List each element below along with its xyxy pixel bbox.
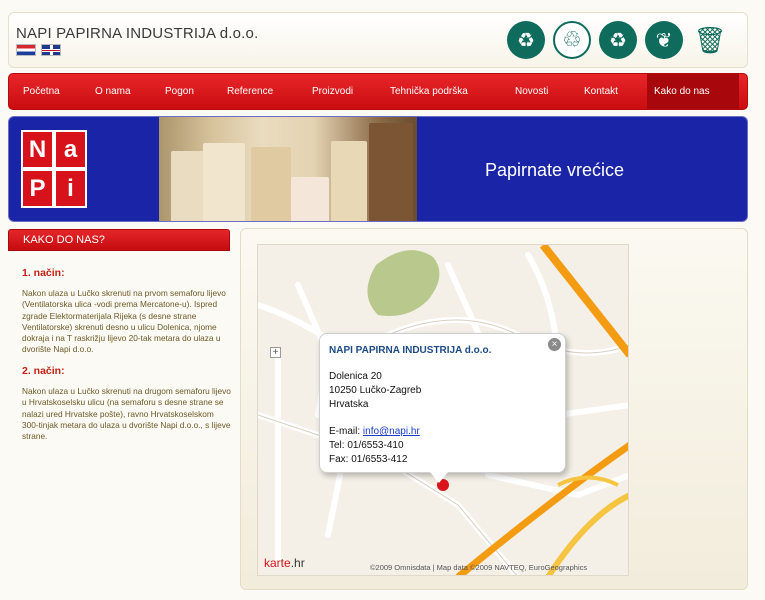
nav-item-kako-do-nas[interactable]: Kako do nas xyxy=(654,74,710,109)
map-zoom-in-button[interactable]: + xyxy=(270,347,281,358)
popup-fax: Fax: 01/6553-412 xyxy=(329,454,408,465)
popup-city: 10250 Lučko-Zagreb xyxy=(329,385,422,396)
language-switcher xyxy=(16,44,61,56)
popup-email-row: E-mail: info@napi.hr xyxy=(329,426,420,437)
recycle-box-icon: ♻ xyxy=(599,21,637,59)
nav-item-o-nama[interactable]: O nama xyxy=(95,74,131,109)
popup-pointer xyxy=(430,472,448,483)
banner-tagline: Papirnate vrećice xyxy=(485,160,625,180)
popup-company-name: NAPI PAPIRNA INDUSTRIJA d.o.o. xyxy=(329,345,492,356)
route-text: Nakon ulaza u Lučko skrenuti na drugom s… xyxy=(22,386,231,442)
nav-item-reference[interactable]: Reference xyxy=(227,74,273,109)
eco-badges: ♻ ♲ ♻ ❦ 🗑 xyxy=(507,21,729,59)
popup-street: Dolenica 20 xyxy=(329,371,382,382)
paper-bag xyxy=(291,177,329,221)
company-name: NAPI PAPIRNA INDUSTRIJA d.o.o. xyxy=(16,25,259,42)
nav-item-proizvodi[interactable]: Proizvodi xyxy=(312,74,353,109)
map-info-popup: × NAPI PAPIRNA INDUSTRIJA d.o.o. Dolenic… xyxy=(319,333,566,483)
route-1: 1. način: Nakon ulaza u Lučko skrenuti n… xyxy=(22,267,232,355)
trash-bin-icon: 🗑 xyxy=(693,24,727,55)
paper-bag xyxy=(203,143,245,221)
paper-bags-photo xyxy=(159,117,417,221)
paper-bag xyxy=(369,123,413,221)
paper-bag xyxy=(251,147,291,221)
popup-email-label: E-mail: xyxy=(329,426,361,437)
popup-country: Hrvatska xyxy=(329,399,369,410)
route-heading: 2. način: xyxy=(22,365,65,377)
site-header: NAPI PAPIRNA INDUSTRIJA d.o.o. ♻ ♲ ♻ ❦ 🗑 xyxy=(8,12,748,68)
popup-email-link[interactable]: info@napi.hr xyxy=(363,426,420,437)
hero-banner: N a P i Papirnate vrećice xyxy=(8,116,748,222)
paper-bag xyxy=(331,141,367,221)
croatian-flag-icon[interactable] xyxy=(16,44,36,56)
forest-area xyxy=(367,250,440,316)
route-2: 2. način: Nakon ulaza u Lučko skrenuti n… xyxy=(22,365,232,442)
map-copyright: ©2009 Omnisdata | Map data ©2009 NAVTEQ,… xyxy=(370,563,588,572)
map-provider-suffix: .hr xyxy=(290,556,305,570)
popup-tel: Tel: 01/6553-410 xyxy=(329,440,404,451)
recycle-circle-icon: ♻ xyxy=(507,21,545,59)
nav-item-pocetna[interactable]: Početna xyxy=(23,74,60,109)
recycle-triangle-icon: ♲ xyxy=(553,21,591,59)
map-provider-prefix: karte xyxy=(264,556,291,570)
english-flag-icon[interactable] xyxy=(41,44,61,56)
map-provider-logo[interactable]: karte.hr xyxy=(264,556,305,570)
nav-item-pogon[interactable]: Pogon xyxy=(165,74,194,109)
logo-letter: a xyxy=(56,132,85,167)
nav-item-kontakt[interactable]: Kontakt xyxy=(584,74,618,109)
route-heading: 1. način: xyxy=(22,267,65,279)
sidebar-title: KAKO DO NAS? xyxy=(8,229,230,251)
main-nav: Početna O nama Pogon Reference Proizvodi… xyxy=(8,73,748,110)
logo-letter: i xyxy=(56,171,85,206)
napi-logo[interactable]: N a P i xyxy=(21,130,87,208)
green-seal-icon: ❦ xyxy=(645,21,683,59)
logo-letter: P xyxy=(23,171,52,206)
nav-item-novosti[interactable]: Novosti xyxy=(515,74,548,109)
nav-item-tehnicka-podrska[interactable]: Tehnička podrška xyxy=(390,74,468,109)
paper-bag xyxy=(171,151,205,221)
logo-letter: N xyxy=(23,132,52,167)
popup-close-button[interactable]: × xyxy=(548,338,561,351)
route-text: Nakon ulaza u Lučko skrenuti na prvom se… xyxy=(22,288,226,355)
